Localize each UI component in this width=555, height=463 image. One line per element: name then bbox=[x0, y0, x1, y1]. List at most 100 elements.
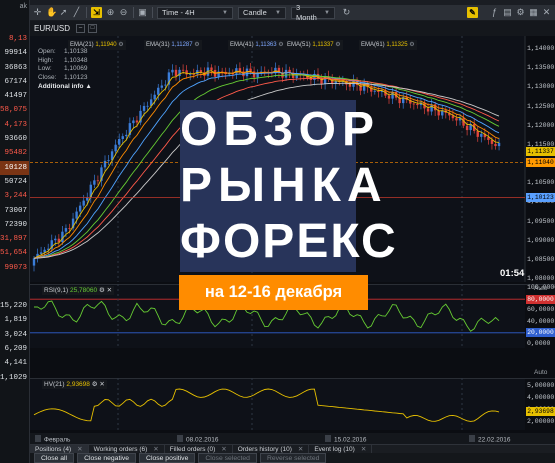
rsi-axis-label: 40,0000 bbox=[527, 317, 555, 325]
quote-row[interactable]: 15,220 bbox=[0, 299, 29, 313]
arrow-cursor-icon[interactable]: ➚ bbox=[59, 8, 68, 17]
banner-line-3: ФОРЕКС bbox=[180, 215, 398, 268]
quote-row[interactable]: 6,209 bbox=[0, 342, 29, 356]
chevron-down-icon: ▼ bbox=[275, 9, 281, 16]
quote-row[interactable]: 4,173 bbox=[0, 118, 29, 132]
quote-row[interactable]: 58,075 bbox=[0, 103, 29, 117]
quotes-column: ak 8,13 99914 36863 67174 41497 58,075 4,173 93… bbox=[0, 0, 30, 463]
close-icon[interactable]: ✕ bbox=[107, 287, 112, 294]
maximize-icon[interactable]: □ bbox=[88, 24, 98, 33]
ma-name: EMA(61) bbox=[361, 42, 387, 48]
crosshair-icon[interactable]: ✛ bbox=[33, 8, 42, 17]
minimize-icon[interactable]: – bbox=[76, 24, 86, 33]
quote-row[interactable]: 10128 bbox=[0, 160, 29, 175]
price-axis-label: 1,09000 bbox=[527, 236, 555, 244]
quote-row[interactable]: 51,654 bbox=[0, 246, 29, 260]
period-select[interactable]: 3 Month ▼ bbox=[291, 3, 335, 22]
quote-row[interactable]: 8,13 bbox=[0, 32, 29, 46]
hv-value: 2,93698 bbox=[66, 381, 90, 388]
ma-legend-item[interactable]: EMA(41) 1,11363 ⚙ bbox=[228, 40, 286, 50]
date-axis-label: 08.02.2016 bbox=[186, 437, 219, 444]
hand-icon[interactable]: ✋ bbox=[46, 8, 57, 17]
close-icon[interactable]: ✕ bbox=[542, 8, 551, 17]
quote-row[interactable]: 1,819 bbox=[0, 313, 29, 327]
quote-row[interactable]: 31,897 bbox=[0, 232, 29, 246]
quote-row[interactable]: 3,244 bbox=[0, 189, 29, 203]
action-button[interactable]: Reverse selected bbox=[259, 453, 327, 463]
settings-icon[interactable]: ⚙ bbox=[193, 42, 199, 48]
ma-value: 1,11363 bbox=[255, 42, 277, 48]
hv-axis-label: 4,00000 bbox=[527, 394, 555, 401]
bottom-tabs: Positions (4) ✕ Working orders (6) ✕ Filled … bbox=[30, 444, 555, 454]
settings-icon[interactable]: ⚙ bbox=[516, 8, 525, 17]
action-button[interactable]: Close positive bbox=[139, 453, 196, 463]
settings-icon[interactable]: ⚙ bbox=[277, 42, 283, 48]
price-axis-label: 1,08500 bbox=[527, 255, 555, 263]
symbol-name[interactable]: EUR/USD bbox=[34, 24, 70, 33]
additional-info-label: Additional info bbox=[38, 83, 84, 91]
quote-row[interactable]: 95482 bbox=[0, 146, 29, 160]
action-button[interactable]: Close negative bbox=[77, 453, 137, 463]
quote-row[interactable]: 3,024 bbox=[0, 328, 29, 342]
settings-icon[interactable]: ⚙ bbox=[117, 42, 123, 48]
additional-info-toggle[interactable]: Additional info ▲ bbox=[38, 83, 106, 92]
ma-value: 1,11287 bbox=[171, 42, 193, 48]
templates-icon[interactable]: ▤ bbox=[503, 8, 512, 17]
chart-type-select[interactable]: Candle ▼ bbox=[238, 6, 286, 19]
ma-legend-item[interactable]: EMA(51) 1,11337 ⚙ bbox=[285, 40, 343, 50]
candle-body bbox=[455, 118, 458, 121]
chart-style-icon[interactable]: ▦ bbox=[529, 8, 538, 17]
action-button[interactable]: Close selected bbox=[198, 453, 257, 463]
candle-body bbox=[125, 134, 128, 137]
candle-body bbox=[494, 143, 497, 147]
date-marker bbox=[35, 435, 41, 442]
quote-row[interactable]: 1,1029 bbox=[0, 371, 29, 385]
date-axis-label: 22.02.2016 bbox=[478, 437, 511, 444]
candle-body bbox=[82, 200, 85, 206]
candle-body bbox=[157, 87, 160, 95]
indicators-icon[interactable]: ƒ bbox=[490, 8, 499, 17]
quote-row[interactable]: 99073 bbox=[0, 261, 29, 275]
quote-row[interactable]: 99914 bbox=[0, 46, 29, 60]
candle-body bbox=[185, 70, 188, 75]
price-axis-label: 1,13000 bbox=[527, 83, 555, 91]
settings-icon[interactable]: ⚙ bbox=[92, 381, 98, 388]
settings-icon[interactable]: ⚙ bbox=[334, 42, 340, 48]
quote-row[interactable]: 67174 bbox=[0, 75, 29, 89]
ma-legend-item[interactable]: EMA(31) 1,11287 ⚙ bbox=[144, 40, 202, 50]
quote-row[interactable]: 93660 bbox=[0, 132, 29, 146]
open-value: 1,10138 bbox=[64, 48, 88, 55]
quote-row[interactable]: 41497 bbox=[0, 89, 29, 103]
hv-auto-scale[interactable]: Auto bbox=[534, 369, 547, 376]
quote-row[interactable]: 36863 bbox=[0, 61, 29, 75]
timeframe-select[interactable]: Time - 4H ▼ bbox=[157, 6, 233, 19]
line-tool-icon[interactable]: ╱ bbox=[72, 8, 81, 17]
screenshot-icon[interactable]: ▣ bbox=[138, 8, 147, 17]
quote-row[interactable]: 50724 bbox=[0, 175, 29, 189]
zoom-out-icon[interactable]: ⊖ bbox=[119, 8, 128, 17]
drawing-pencil-icon[interactable]: ✎ bbox=[467, 7, 478, 18]
refresh-icon[interactable]: ↻ bbox=[342, 8, 351, 17]
action-button[interactable]: Close all bbox=[34, 453, 75, 463]
quote-row[interactable]: 4,141 bbox=[0, 356, 29, 370]
hv-label: HV(21) bbox=[44, 381, 65, 388]
candle-body bbox=[114, 144, 117, 152]
symbol-bar: EUR/USD – □ bbox=[30, 21, 555, 36]
close-icon[interactable]: ✕ bbox=[99, 381, 104, 388]
price-tag: 1,11337 bbox=[526, 146, 555, 156]
candle-body bbox=[373, 90, 376, 92]
settings-icon[interactable]: ⚙ bbox=[99, 287, 105, 294]
quote-row[interactable]: 72390 bbox=[0, 218, 29, 232]
zoom-in-icon[interactable]: ⊕ bbox=[106, 8, 115, 17]
timeframe-value: Time - 4H bbox=[162, 7, 195, 17]
fit-chart-icon[interactable]: ⇲ bbox=[91, 7, 102, 18]
ma-legend-item[interactable]: EMA(61) 1,11325 ⚙ bbox=[359, 40, 417, 50]
rsi-level-tag: 80,0000 bbox=[526, 294, 555, 304]
settings-icon[interactable]: ⚙ bbox=[408, 42, 414, 48]
ma-name: EMA(31) bbox=[146, 42, 172, 48]
rsi-axis-label: 60,0000 bbox=[527, 306, 555, 314]
high-label: High: bbox=[38, 56, 54, 64]
hv-pane[interactable] bbox=[30, 378, 555, 430]
quote-row[interactable]: 73007 bbox=[0, 204, 29, 218]
candle-body bbox=[146, 105, 149, 107]
